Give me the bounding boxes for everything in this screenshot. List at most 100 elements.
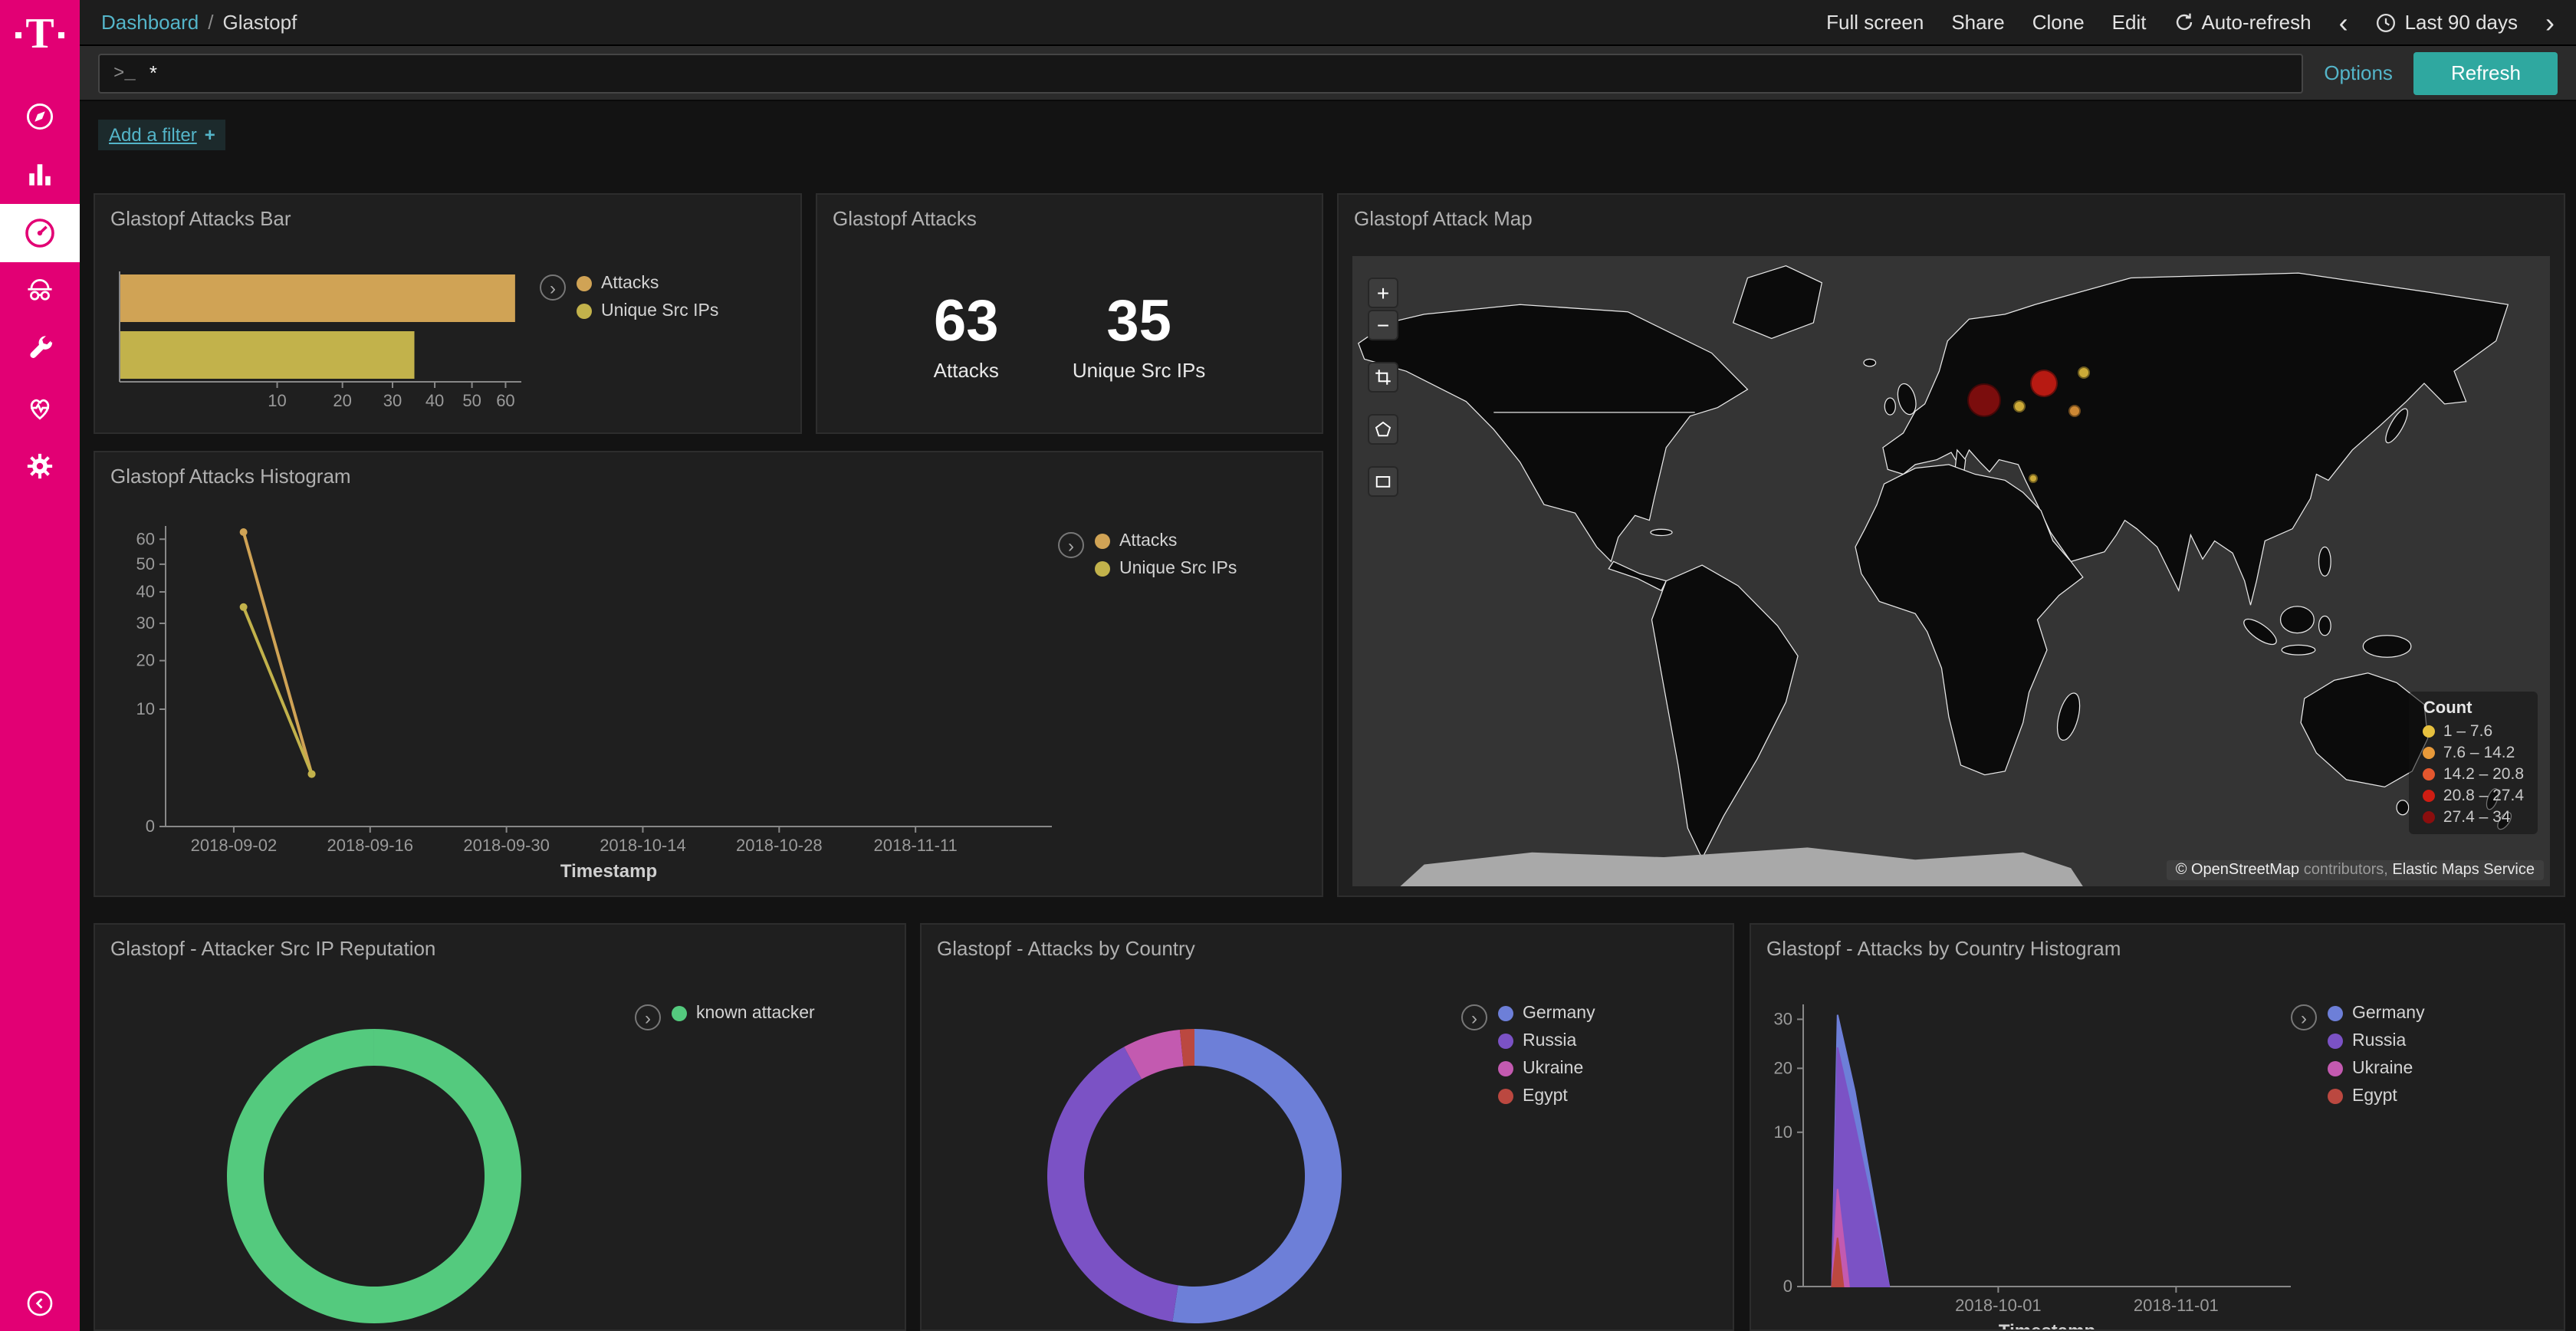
pie-slice[interactable] xyxy=(227,1029,521,1323)
legend-toggle-button[interactable]: › xyxy=(2291,1004,2317,1030)
query-field[interactable] xyxy=(150,61,2288,84)
legend-range-label: 14.2 – 20.8 xyxy=(2443,765,2524,784)
draw-rectangle-button[interactable] xyxy=(1368,466,1398,497)
breadcrumb-separator: / xyxy=(208,11,213,34)
legend-item[interactable]: Germany xyxy=(2328,1004,2425,1023)
svg-text:2018-11-01: 2018-11-01 xyxy=(2134,1296,2219,1315)
share-button[interactable]: Share xyxy=(1951,11,2004,34)
add-filter-label: Add a filter xyxy=(109,124,197,146)
legend-color-dot xyxy=(2328,1089,2343,1104)
svg-text:30: 30 xyxy=(383,391,402,410)
refresh-cycle-icon xyxy=(2174,12,2193,32)
draw-polygon-button[interactable] xyxy=(1368,414,1398,445)
svg-text:30: 30 xyxy=(136,613,155,633)
legend-toggle-button[interactable]: › xyxy=(635,1004,661,1030)
legend-toggle-button[interactable]: › xyxy=(1058,532,1084,558)
time-back-button[interactable]: ‹ xyxy=(2339,8,2348,36)
chart-svg: 01020302018-10-012018-11-01Timestamp xyxy=(1763,998,2306,1331)
sidebar-item-tools[interactable] xyxy=(0,320,80,379)
legend-toggle-button[interactable]: › xyxy=(540,274,566,301)
map-legend-row: 27.4 – 34 xyxy=(2423,808,2524,827)
legend-label: Attacks xyxy=(601,274,659,293)
svg-text:2018-10-14: 2018-10-14 xyxy=(600,836,686,855)
sidebar-item-monitoring[interactable] xyxy=(0,379,80,437)
add-filter-button[interactable]: Add a filter + xyxy=(98,120,226,150)
plus-icon: + xyxy=(205,124,215,146)
legend-item[interactable]: Unique Src IPs xyxy=(577,302,718,320)
legend-item[interactable]: Attacks xyxy=(1095,532,1237,550)
legend-color-dot xyxy=(2328,1061,2343,1076)
clone-button[interactable]: Clone xyxy=(2032,11,2085,34)
panel-attack-map: Glastopf Attack Map xyxy=(1337,193,2565,897)
pie-slice[interactable] xyxy=(1172,1029,1342,1323)
pie-slice[interactable] xyxy=(1047,1047,1178,1321)
attack-location-marker[interactable] xyxy=(2078,367,2090,380)
svg-text:20: 20 xyxy=(136,651,155,670)
elastic-maps-attribution-link[interactable]: Elastic Maps Service xyxy=(2392,862,2535,879)
metric-label: Attacks xyxy=(934,359,999,382)
legend-item[interactable]: Ukraine xyxy=(2328,1060,2425,1078)
legend-item[interactable]: Germany xyxy=(1498,1004,1595,1023)
zoom-out-button[interactable]: − xyxy=(1368,310,1398,340)
attack-location-marker[interactable] xyxy=(2013,400,2026,412)
time-forward-button[interactable]: › xyxy=(2545,8,2555,36)
line-series[interactable] xyxy=(244,607,312,774)
legend-item[interactable]: Russia xyxy=(2328,1032,2425,1050)
auto-refresh-button[interactable]: Auto-refresh xyxy=(2174,11,2311,34)
legend-label: Russia xyxy=(1523,1032,1576,1050)
bar[interactable] xyxy=(120,274,515,322)
attack-map[interactable]: + − Count 1 – 7.67.6 – 14.214.2 – 20.820… xyxy=(1352,256,2550,886)
sidebar-item-visualize[interactable] xyxy=(0,146,80,204)
legend-color-dot xyxy=(2423,790,2436,802)
chart-legend: › Germany Russia Ukraine Egypt xyxy=(1461,1004,1595,1106)
sidebar-collapse-button[interactable] xyxy=(0,1288,80,1319)
attack-location-marker[interactable] xyxy=(2068,404,2081,416)
edit-button[interactable]: Edit xyxy=(2112,11,2147,34)
gear-icon xyxy=(23,449,57,483)
svg-text:10: 10 xyxy=(268,391,286,410)
sidebar: T xyxy=(0,0,80,1331)
sidebar-item-dashboard[interactable] xyxy=(0,204,80,262)
full-screen-button[interactable]: Full screen xyxy=(1826,11,1924,34)
legend-label: Unique Src IPs xyxy=(1119,560,1237,578)
metric-value: 35 xyxy=(1073,293,1205,351)
chart-legend: › Attacks Unique Src IPs xyxy=(1058,532,1237,578)
map-controls: + − xyxy=(1368,278,1398,497)
zoom-controls: + − xyxy=(1368,278,1398,340)
query-prompt-icon: >_ xyxy=(113,62,136,84)
refresh-button[interactable]: Refresh xyxy=(2414,51,2558,94)
metric-value: 63 xyxy=(934,293,999,351)
legend-item[interactable]: Attacks xyxy=(577,274,718,293)
osm-attribution-link[interactable]: © OpenStreetMap xyxy=(2176,862,2300,879)
panel-title: Glastopf Attack Map xyxy=(1339,195,2564,242)
sidebar-item-spy[interactable] xyxy=(0,262,80,320)
legend-item[interactable]: known attacker xyxy=(672,1004,815,1023)
search-input[interactable]: >_ xyxy=(98,53,2302,93)
legend-list: Germany Russia Ukraine Egypt xyxy=(1498,1004,1595,1106)
attack-location-marker[interactable] xyxy=(1968,383,2002,416)
legend-item[interactable]: Ukraine xyxy=(1498,1060,1595,1078)
legend-item[interactable]: Egypt xyxy=(1498,1087,1595,1106)
attack-location-marker[interactable] xyxy=(2029,473,2039,482)
legend-item[interactable]: Unique Src IPs xyxy=(1095,560,1237,578)
legend-toggle-button[interactable]: › xyxy=(1461,1004,1487,1030)
legend-label: Unique Src IPs xyxy=(601,302,718,320)
time-range-picker[interactable]: Last 90 days xyxy=(2376,11,2518,34)
crop-icon xyxy=(1374,368,1392,386)
panel-src-ip-reputation: Glastopf - Attacker Src IP Reputation ›k… xyxy=(94,923,906,1331)
sidebar-item-discover[interactable] xyxy=(0,87,80,146)
map-legend-title: Count xyxy=(2423,699,2524,718)
chart-svg xyxy=(221,1023,527,1329)
attack-location-marker[interactable] xyxy=(2029,370,2057,397)
telekom-t-logo[interactable]: T xyxy=(15,14,64,57)
bar[interactable] xyxy=(120,331,415,379)
options-link[interactable]: Options xyxy=(2324,61,2393,84)
breadcrumb-dashboard-link[interactable]: Dashboard xyxy=(101,11,199,34)
compass-icon xyxy=(23,100,57,133)
sidebar-item-management[interactable] xyxy=(0,437,80,495)
line-series[interactable] xyxy=(244,532,312,774)
fit-data-bounds-button[interactable] xyxy=(1368,362,1398,393)
legend-item[interactable]: Russia xyxy=(1498,1032,1595,1050)
legend-item[interactable]: Egypt xyxy=(2328,1087,2425,1106)
zoom-in-button[interactable]: + xyxy=(1368,278,1398,308)
